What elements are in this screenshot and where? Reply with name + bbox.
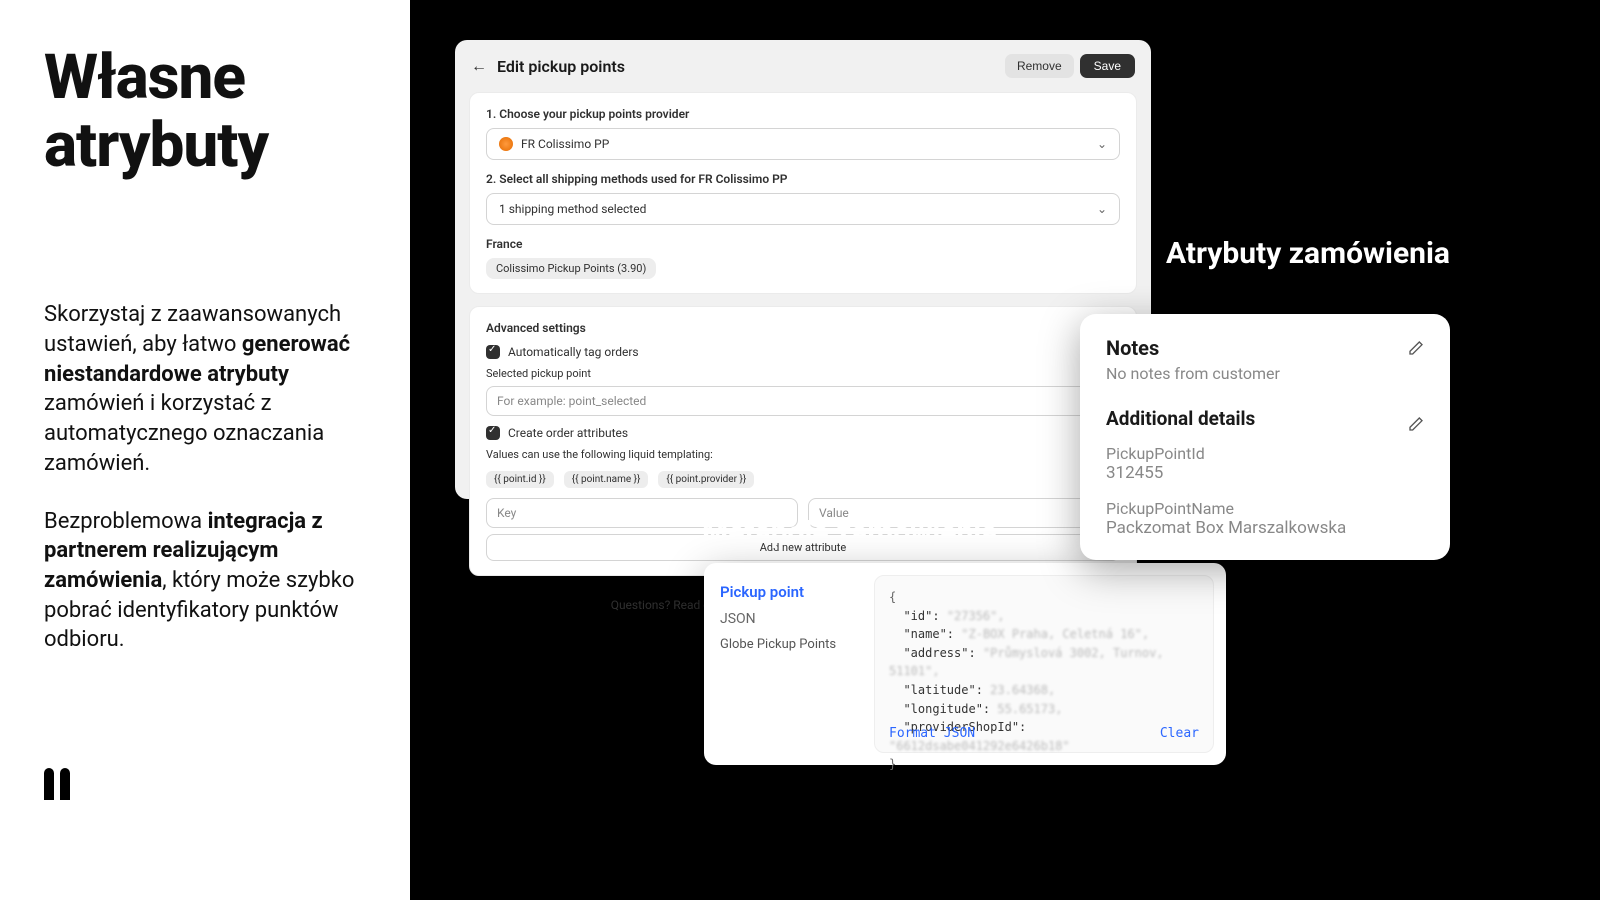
provider-icon: [499, 137, 513, 151]
headline: Własne atrybuty: [44, 44, 366, 180]
metafield-card: Pickup point JSON Globe Pickup Points { …: [704, 563, 1226, 765]
liquid-tag: {{ point.id }}: [486, 471, 554, 488]
create-attr-label: Create order attributes: [508, 426, 628, 440]
auto-tag-checkbox[interactable]: [486, 345, 500, 359]
body-copy: Skorzystaj z zaawansowanych ustawień, ab…: [44, 300, 366, 655]
liquid-tag: {{ point.provider }}: [658, 471, 754, 488]
json-editor[interactable]: { "id": "27356", "name": "Z-BOX Praha, C…: [874, 575, 1214, 753]
json-label: JSON: [720, 611, 858, 627]
metafield-heading: Metapole zamówienia: [702, 515, 997, 550]
format-json-button[interactable]: Format JSON: [889, 724, 975, 744]
detail-key: PickupPointName: [1106, 499, 1424, 518]
edit-icon[interactable]: [1408, 416, 1424, 432]
selected-point-input[interactable]: For example: point_selected: [486, 386, 1120, 416]
admin-card: ← Edit pickup points Remove Save 1. Choo…: [455, 40, 1151, 499]
save-button[interactable]: Save: [1080, 54, 1135, 78]
shipping-chip: Colissimo Pickup Points (3.90): [486, 258, 656, 279]
marketing-panel: Własne atrybuty Skorzystaj z zaawansowan…: [0, 0, 410, 900]
page-title: Edit pickup points: [497, 57, 1005, 76]
detail-key: PickupPointId: [1106, 444, 1424, 463]
auto-tag-label: Automatically tag orders: [508, 345, 639, 359]
details-heading: Additional details: [1106, 407, 1255, 430]
selected-point-label: Selected pickup point: [486, 367, 1120, 380]
notes-heading: Notes: [1106, 336, 1159, 360]
liquid-hint: Values can use the following liquid temp…: [486, 448, 1120, 461]
clear-button[interactable]: Clear: [1160, 724, 1199, 744]
liquid-tag: {{ point.name }}: [564, 471, 649, 488]
detail-value: 312455: [1106, 463, 1424, 483]
liquid-tags: {{ point.id }} {{ point.name }} {{ point…: [486, 467, 1120, 488]
remove-button[interactable]: Remove: [1005, 54, 1074, 78]
step1-label: 1. Choose your pickup points provider: [486, 107, 1120, 121]
step2-label: 2. Select all shipping methods used for …: [486, 172, 1120, 186]
chevron-down-icon: ⌄: [1097, 202, 1107, 216]
methods-select[interactable]: 1 shipping method selected ⌄: [486, 193, 1120, 225]
notes-empty: No notes from customer: [1106, 364, 1424, 383]
create-attr-checkbox[interactable]: [486, 426, 500, 440]
pickup-point-link[interactable]: Pickup point: [720, 583, 858, 601]
logo-icon: [44, 768, 72, 800]
edit-icon[interactable]: [1408, 340, 1424, 356]
notes-card: Notes No notes from customer Additional …: [1080, 314, 1450, 560]
back-arrow-icon[interactable]: ←: [471, 56, 487, 76]
provider-select[interactable]: FR Colissimo PP ⌄: [486, 128, 1120, 160]
admin-header: ← Edit pickup points Remove Save: [455, 40, 1151, 92]
provider-section: 1. Choose your pickup points provider FR…: [469, 92, 1137, 294]
country-label: France: [486, 237, 1120, 251]
metafield-sidebar: Pickup point JSON Globe Pickup Points: [704, 563, 874, 765]
chevron-down-icon: ⌄: [1097, 137, 1107, 151]
app-name: Globe Pickup Points: [720, 637, 858, 652]
detail-value: Packzomat Box Marszalkowska: [1106, 518, 1424, 538]
order-attributes-heading: Atrybuty zamówienia: [1150, 236, 1450, 272]
showcase-panel: ← Edit pickup points Remove Save 1. Choo…: [410, 0, 1600, 900]
advanced-title: Advanced settings: [486, 321, 1120, 335]
